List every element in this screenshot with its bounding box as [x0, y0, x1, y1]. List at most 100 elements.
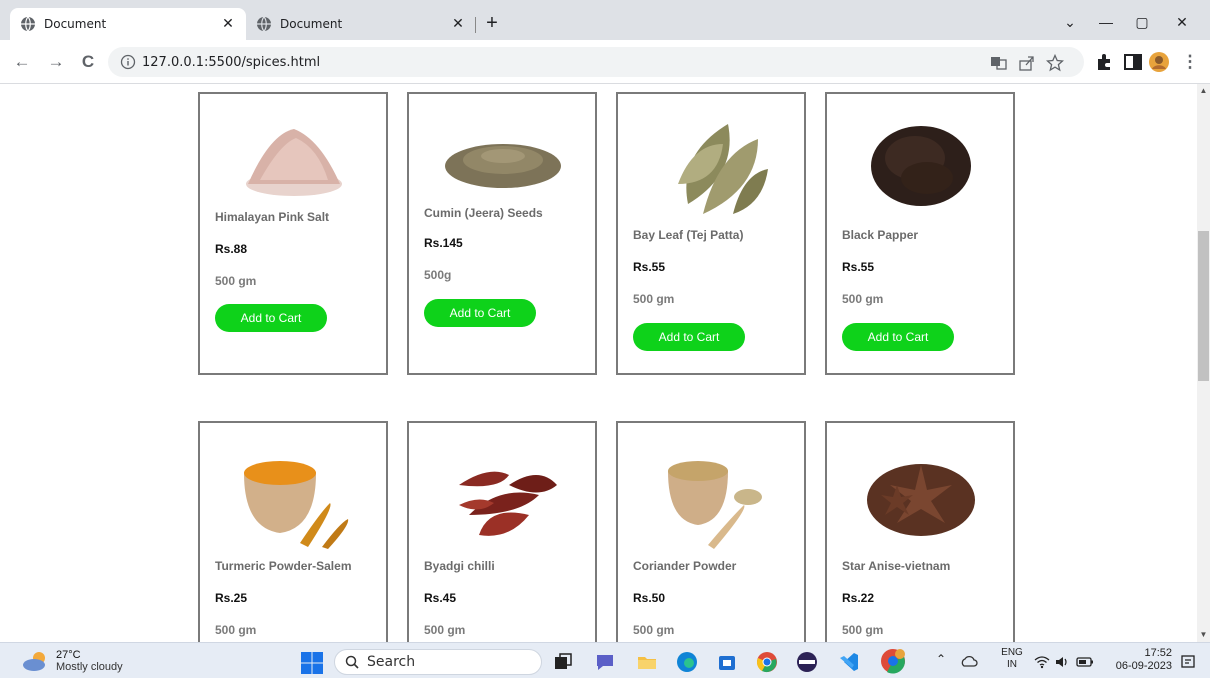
cloud-sync-icon[interactable]: [960, 653, 978, 671]
scroll-up-arrow-icon[interactable]: ▲: [1197, 84, 1210, 98]
minimize-button[interactable]: —: [1088, 8, 1124, 36]
chrome-icon[interactable]: [756, 651, 778, 673]
tab-document-inactive[interactable]: Document ✕: [246, 8, 476, 40]
product-quantity: 500 gm: [424, 623, 466, 637]
product-card: Bay Leaf (Tej Patta) Rs.55 500 gm Add to…: [616, 92, 806, 375]
restore-button[interactable]: ▢: [1124, 8, 1160, 36]
wifi-icon[interactable]: [1034, 654, 1050, 670]
product-quantity: 500 gm: [842, 292, 884, 306]
globe-icon: [257, 16, 271, 32]
add-to-cart-button[interactable]: Add to Cart: [842, 323, 954, 351]
tab-separator: [475, 17, 476, 33]
tab-title: Document: [280, 17, 343, 31]
product-name: Himalayan Pink Salt: [215, 210, 330, 224]
show-hidden-icons-chevron-icon[interactable]: ⌃: [936, 652, 946, 666]
product-name: Coriander Powder: [633, 559, 737, 573]
product-card: Himalayan Pink Salt Rs.88 500 gm Add to …: [198, 92, 388, 375]
globe-icon: [21, 16, 35, 32]
weather-condition: Mostly cloudy: [56, 661, 123, 673]
product-card: Byadgi chilli Rs.45 500 gm: [407, 421, 597, 642]
chrome-profile-icon[interactable]: [880, 648, 906, 674]
tab-search-chevron-icon[interactable]: ⌄: [1052, 8, 1088, 36]
task-view-icon[interactable]: [552, 651, 574, 673]
translate-icon[interactable]: [990, 54, 1008, 72]
product-card: Turmeric Powder-Salem Rs.25 500 gm: [198, 421, 388, 642]
address-bar[interactable]: 127.0.0.1:5500/spices.html: [108, 47, 1084, 77]
notification-icon[interactable]: [1180, 654, 1196, 670]
product-price: Rs.50: [633, 591, 666, 605]
browser-toolbar: ← → C 127.0.0.1:5500/spices.html ⋮: [0, 40, 1210, 84]
product-quantity: 500 gm: [215, 623, 257, 637]
extensions-puzzle-icon[interactable]: [1094, 51, 1116, 73]
product-name: Black Papper: [842, 228, 919, 242]
reload-button[interactable]: C: [76, 50, 100, 74]
bay-leaf-image: [678, 124, 768, 214]
profile-avatar-icon[interactable]: [1148, 51, 1170, 73]
product-name: Cumin (Jeera) Seeds: [424, 206, 543, 220]
tab-close-icon[interactable]: ✕: [450, 16, 466, 32]
eclipse-icon[interactable]: [796, 651, 818, 673]
url-text: 127.0.0.1:5500/spices.html: [142, 54, 321, 70]
file-explorer-icon[interactable]: [636, 651, 658, 673]
share-icon[interactable]: [1018, 54, 1036, 72]
add-to-cart-button[interactable]: Add to Cart: [424, 299, 536, 327]
cloudy-weather-icon: [23, 652, 45, 671]
weather-widget[interactable]: 27°C Mostly cloudy: [22, 649, 123, 673]
system-clock[interactable]: 17:52 06-09-2023: [1110, 647, 1172, 673]
close-window-button[interactable]: ✕: [1164, 8, 1200, 36]
taskbar-search[interactable]: Search: [334, 649, 542, 675]
vscode-icon[interactable]: [838, 651, 860, 673]
browser-menu-icon[interactable]: ⋮: [1178, 50, 1202, 74]
product-card: Cumin (Jeera) Seeds Rs.145 500g Add to C…: [407, 92, 597, 375]
back-button[interactable]: ←: [10, 50, 34, 74]
add-to-cart-button[interactable]: Add to Cart: [215, 304, 327, 332]
product-quantity: 500 gm: [633, 623, 675, 637]
chilli-image: [459, 471, 557, 536]
tab-close-icon[interactable]: ✕: [220, 16, 236, 32]
coriander-image: [668, 461, 762, 549]
product-price: Rs.45: [424, 591, 457, 605]
scrollbar-thumb[interactable]: [1198, 231, 1209, 381]
battery-icon[interactable]: [1076, 654, 1094, 670]
product-price: Rs.25: [215, 591, 248, 605]
language-indicator[interactable]: ENG IN: [1000, 647, 1024, 671]
scroll-down-arrow-icon[interactable]: ▼: [1197, 628, 1210, 642]
product-quantity: 500 gm: [215, 274, 257, 288]
clock-time: 17:52: [1144, 647, 1172, 659]
tab-document-active[interactable]: Document ✕: [10, 8, 246, 40]
windows-start-icon[interactable]: [300, 651, 324, 675]
turmeric-image: [244, 461, 349, 549]
product-name: Byadgi chilli: [424, 559, 495, 573]
language-code: ENG: [1001, 647, 1023, 658]
star-anise-image: [867, 464, 975, 536]
product-card: Star Anise-vietnam Rs.22 500 gm: [825, 421, 1015, 642]
store-app-icon[interactable]: [716, 651, 738, 673]
tab-title: Document: [44, 17, 107, 31]
volume-icon[interactable]: [1054, 654, 1070, 670]
clock-date: 06-09-2023: [1115, 660, 1172, 672]
product-price: Rs.22: [842, 591, 875, 605]
product-price: Rs.55: [842, 260, 875, 274]
info-icon[interactable]: [120, 54, 136, 70]
add-to-cart-button[interactable]: Add to Cart: [633, 323, 745, 351]
vertical-scrollbar[interactable]: ▲ ▼: [1197, 84, 1210, 642]
product-quantity: 500 gm: [842, 623, 884, 637]
page-viewport: Himalayan Pink Salt Rs.88 500 gm Add to …: [0, 84, 1197, 642]
language-region: IN: [1007, 659, 1017, 670]
browser-title-bar: Document ✕ Document ✕ + ⌄ — ▢ ✕: [0, 0, 1210, 40]
product-name: Turmeric Powder-Salem: [215, 559, 352, 573]
search-label: Search: [367, 654, 416, 670]
forward-button[interactable]: →: [44, 50, 68, 74]
product-quantity: 500 gm: [633, 292, 675, 306]
cumin-seeds-image: [445, 144, 561, 188]
weather-temperature: 27°C: [56, 649, 81, 661]
edge-browser-icon[interactable]: [676, 651, 698, 673]
side-panel-icon[interactable]: [1122, 51, 1144, 73]
search-icon: [345, 655, 359, 669]
new-tab-button[interactable]: +: [480, 12, 504, 36]
bookmark-star-icon[interactable]: [1046, 54, 1064, 72]
product-price: Rs.88: [215, 242, 248, 256]
windows-taskbar: 27°C Mostly cloudy Search ⌃ ENG IN 17:52…: [0, 642, 1210, 678]
chat-app-icon[interactable]: [594, 651, 616, 673]
product-price: Rs.55: [633, 260, 666, 274]
